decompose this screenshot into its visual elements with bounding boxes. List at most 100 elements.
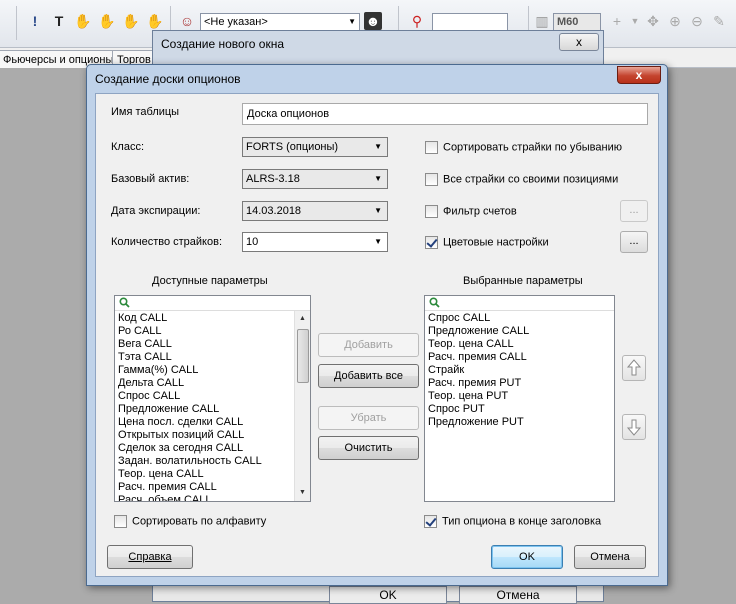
available-param-item[interactable]: Задан. волатильность CALL xyxy=(118,455,310,468)
all-strikes-checkbox[interactable]: Все страйки со своими позициями xyxy=(425,173,618,189)
selected-param-item[interactable]: Теор. цена CALL xyxy=(428,338,614,351)
chart-icon[interactable]: ▥ xyxy=(533,12,551,30)
selected-param-item[interactable]: Теор. цена PUT xyxy=(428,390,614,403)
dialog-body: Имя таблицы Доска опционов Класс: FORTS … xyxy=(95,93,659,577)
strikes-select-value: 10 xyxy=(246,236,259,248)
available-param-item[interactable]: Расч. премия CALL xyxy=(118,481,310,494)
sort-alpha-checkbox[interactable]: Сортировать по алфавиту xyxy=(114,515,266,531)
chevron-down-icon[interactable]: ▼ xyxy=(626,12,644,30)
help-button[interactable]: Справка xyxy=(107,545,193,569)
hand-icon[interactable]: ✋ xyxy=(98,12,116,30)
scroll-thumb[interactable] xyxy=(297,329,309,383)
ruler-icon[interactable]: ✎ xyxy=(710,12,728,30)
available-param-item[interactable]: Ро CALL xyxy=(118,325,310,338)
available-param-item[interactable]: Спрос CALL xyxy=(118,390,310,403)
period-select[interactable]: M60 xyxy=(553,13,601,31)
class-select[interactable]: FORTS (опционы) ▼ xyxy=(242,137,388,157)
sort-alpha-label: Сортировать по алфавиту xyxy=(132,515,267,528)
chevron-down-icon: ▼ xyxy=(374,206,382,215)
cancel-button[interactable]: Отмена xyxy=(574,545,646,569)
new-window-close-button[interactable]: x xyxy=(559,33,599,51)
clear-button[interactable]: Очистить xyxy=(318,436,419,460)
option-type-end-checkbox[interactable]: Тип опциона в конце заголовка xyxy=(424,515,601,531)
search-icon xyxy=(119,297,130,308)
available-search-input[interactable] xyxy=(115,296,310,311)
selected-param-item[interactable]: Спрос PUT xyxy=(428,403,614,416)
available-param-item[interactable]: Тэта CALL xyxy=(118,351,310,364)
color-settings-checkbox[interactable]: Цветовые настройки xyxy=(425,236,549,252)
account-filter-checkbox[interactable]: Фильтр счетов xyxy=(425,205,517,221)
selected-param-item[interactable]: Расч. премия PUT xyxy=(428,377,614,390)
available-param-item[interactable]: Дельта CALL xyxy=(118,377,310,390)
chevron-down-icon: ▼ xyxy=(348,17,356,26)
hand-icon[interactable]: ✋ xyxy=(122,12,140,30)
options-board-dialog: Создание доски опционов x Имя таблицы До… xyxy=(86,64,668,586)
base-asset-select[interactable]: ALRS-3.18 ▼ xyxy=(242,169,388,189)
available-param-item[interactable]: Гамма(%) CALL xyxy=(118,364,310,377)
toolbar-search-input[interactable] xyxy=(432,13,508,31)
user-select[interactable]: <Не указан> ▼ xyxy=(200,13,360,31)
text-tool-icon[interactable]: T xyxy=(50,12,68,30)
checkbox-box[interactable] xyxy=(114,515,127,528)
available-param-item[interactable]: Открытых позиций CALL xyxy=(118,429,310,442)
expiry-label: Дата экспирации: xyxy=(111,205,201,217)
move-down-button[interactable] xyxy=(622,414,646,440)
move-icon[interactable]: ✥ xyxy=(644,12,662,30)
user-icon[interactable]: ☺ xyxy=(178,12,196,30)
option-type-end-label: Тип опциона в конце заголовка xyxy=(442,515,602,528)
selected-search-input[interactable] xyxy=(425,296,614,311)
zoom-out-icon[interactable]: ⊖ xyxy=(688,12,706,30)
dialog-title: Создание доски опционов xyxy=(95,72,241,86)
ok-button[interactable]: OK xyxy=(491,545,563,569)
checkbox-box[interactable] xyxy=(425,173,438,186)
available-items: Код CALL Ро CALL Вега CALL Тэта CALL Гамма(%… xyxy=(118,312,310,501)
add-button[interactable]: Добавить xyxy=(318,333,419,357)
available-param-item[interactable]: Код CALL xyxy=(118,312,310,325)
selected-param-item[interactable]: Предложение PUT xyxy=(428,416,614,429)
arrow-down-icon xyxy=(626,419,642,436)
available-param-item[interactable]: Цена посл. сделки CALL xyxy=(118,416,310,429)
sort-desc-checkbox[interactable]: Сортировать страйки по убыванию xyxy=(425,141,622,157)
available-scrollbar[interactable]: ▲ ▼ xyxy=(294,311,310,501)
selected-params-list[interactable]: Спрос CALL Предложение CALL Теор. цена CAL… xyxy=(424,295,615,502)
alert-icon[interactable]: ! xyxy=(26,12,44,30)
available-param-item[interactable]: Вега CALL xyxy=(118,338,310,351)
chevron-down-icon: ▼ xyxy=(374,237,382,246)
selected-param-item[interactable]: Предложение CALL xyxy=(428,325,614,338)
new-window-cancel-button[interactable]: Отмена xyxy=(459,586,577,604)
table-name-field[interactable]: Доска опционов xyxy=(242,103,648,125)
strikes-select[interactable]: 10 ▼ xyxy=(242,232,388,252)
color-settings-button[interactable]: ... xyxy=(620,231,648,253)
checkbox-box-checked[interactable] xyxy=(425,236,438,249)
new-window-ok-button[interactable]: OK xyxy=(329,586,447,604)
selected-param-item[interactable]: Спрос CALL xyxy=(428,312,614,325)
chevron-down-icon: ▼ xyxy=(374,142,382,151)
checkbox-box-checked[interactable] xyxy=(424,515,437,528)
new-window-title: Создание нового окна xyxy=(161,37,285,51)
scroll-down-icon[interactable]: ▼ xyxy=(295,485,310,501)
zoom-in-icon[interactable]: ⊕ xyxy=(666,12,684,30)
class-label: Класс: xyxy=(111,141,144,153)
dialog-close-button[interactable]: x xyxy=(617,66,661,84)
checkbox-box[interactable] xyxy=(425,205,438,218)
selected-param-item[interactable]: Страйк xyxy=(428,364,614,377)
move-up-button[interactable] xyxy=(622,355,646,381)
add-icon[interactable]: + xyxy=(608,12,626,30)
expiry-select[interactable]: 14.03.2018 ▼ xyxy=(242,201,388,221)
search-icon[interactable]: ⚲ xyxy=(408,12,426,30)
available-param-item[interactable]: Сделок за сегодня CALL xyxy=(118,442,310,455)
selected-param-item[interactable]: Расч. премия CALL xyxy=(428,351,614,364)
user-settings-icon[interactable]: ☻ xyxy=(364,12,382,30)
available-params-list[interactable]: Код CALL Ро CALL Вега CALL Тэта CALL Гамма(%… xyxy=(114,295,311,502)
available-param-item[interactable]: Теор. цена CALL xyxy=(118,468,310,481)
available-param-item[interactable]: Расч. объем CALL xyxy=(118,494,310,501)
add-all-button[interactable]: Добавить все xyxy=(318,364,419,388)
remove-button[interactable]: Убрать xyxy=(318,406,419,430)
strikes-label: Количество страйков: xyxy=(111,236,222,248)
hand-icon[interactable]: ✋ xyxy=(74,12,92,30)
hand-icon[interactable]: ✋ xyxy=(146,12,164,30)
account-filter-settings-button[interactable]: ... xyxy=(620,200,648,222)
checkbox-box[interactable] xyxy=(425,141,438,154)
available-param-item[interactable]: Предложение CALL xyxy=(118,403,310,416)
scroll-up-icon[interactable]: ▲ xyxy=(295,311,310,327)
